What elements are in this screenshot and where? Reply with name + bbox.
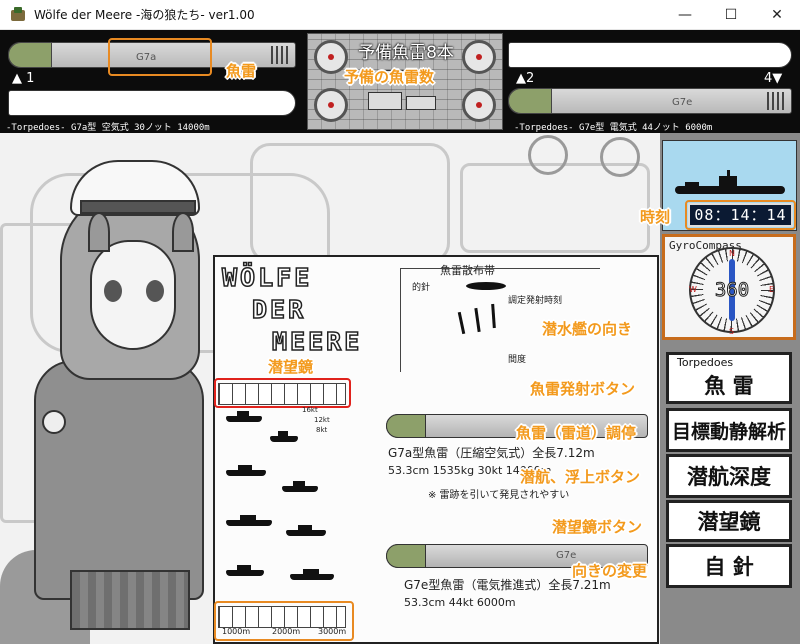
target-analysis-button[interactable]: 目標動静解析 — [666, 408, 792, 452]
spread-offset-label: 調定発射時刻 — [508, 296, 563, 306]
ship-silhouette-icon — [290, 569, 334, 580]
annotation-fire-button: 魚雷発射ボタン — [530, 380, 636, 398]
torpedo-nose-icon — [8, 42, 52, 68]
compass-mark-w: W — [689, 285, 697, 294]
uniform-coat — [34, 360, 204, 600]
torpedo-highlight — [108, 38, 212, 76]
compass-heading: 360 — [714, 279, 750, 302]
compass-mark-s: S — [729, 327, 735, 336]
title-bar: Wölfe der Meere -海の狼たち- ver1.00 — ☐ ✕ — [0, 0, 800, 30]
wolf-ear-icon — [172, 212, 194, 252]
target-ship-icon — [466, 282, 506, 290]
ship-silhouette-icon — [226, 411, 262, 422]
torpedo-nose-icon — [508, 88, 552, 114]
compass-mark-e: E — [769, 285, 775, 294]
torpedo-propeller-icon — [271, 46, 289, 64]
annotation-periscope: 潜望鏡 — [268, 358, 314, 376]
game-logo: WÖLFE DER MEERE — [221, 262, 392, 358]
ship-silhouette-icon — [226, 565, 264, 576]
g7e-spec: 53.3cm 44kt 6000m — [404, 596, 516, 609]
tube-1-number: ▲ 1 — [12, 71, 35, 86]
periscope-highlight — [214, 378, 351, 408]
control-box — [406, 96, 436, 110]
fire-button-caption: Torpedoes — [677, 356, 734, 369]
tube-4-torpedo[interactable] — [508, 88, 792, 114]
window-title: Wölfe der Meere -海の狼たち- ver1.00 — [34, 8, 255, 22]
annotation-change-heading: 向きの変更 — [572, 562, 648, 580]
fire-button-label: 魚 雷 — [704, 374, 754, 398]
torpedo-nose-icon — [386, 544, 426, 568]
annotation-sub-heading: 潜水艦の向き — [542, 320, 633, 338]
wolf-ear-icon — [88, 212, 110, 252]
tube-4-type-label: G7e — [672, 97, 693, 108]
dive-depth-button[interactable]: 潜航深度 — [666, 454, 792, 498]
heading-button[interactable]: 自 針 — [666, 544, 792, 588]
spread-heading-label: 的針 — [412, 283, 431, 293]
skirt — [70, 570, 190, 630]
tube-1-info: -Torpedoes- G7a型 空気式 30ノット 14000m — [6, 123, 210, 133]
anchor-badge-icon — [42, 410, 66, 434]
clock-highlight — [685, 200, 796, 230]
annotation-periscope-button: 潜望鏡ボタン — [552, 518, 643, 536]
annotation-dive-button: 潜航、浮上ボタン — [520, 468, 641, 486]
fire-torpedo-button[interactable]: Torpedoes 魚 雷 — [666, 352, 792, 404]
g7a-description: G7a型魚雷（圧縮空気式）全長7.12m — [388, 446, 595, 460]
g7a-note: ※ 雷跡を引いて発見されやすい — [428, 490, 570, 501]
depth-button-label: 潜航深度 — [687, 465, 771, 489]
reserve-torpedo-count: 予備魚雷8本 — [358, 43, 454, 63]
valve-icon — [462, 88, 496, 122]
valve-icon — [314, 88, 348, 122]
tube-4-number: 4▼ — [764, 71, 783, 86]
torpedo-nose-icon — [386, 414, 426, 438]
annotation-adjust: 魚雷（雷道）調停 — [516, 424, 637, 442]
periscope-button[interactable]: 潜望鏡 — [666, 500, 792, 542]
pressure-gauge-icon — [600, 137, 640, 177]
control-box — [368, 92, 402, 110]
pressure-gauge-icon — [528, 135, 568, 175]
torpedo-propeller-icon — [767, 92, 785, 110]
ship-silhouette-icon — [226, 465, 266, 476]
range-mark-12kt: 12kt — [314, 416, 330, 424]
heading-button-label: 自 針 — [704, 555, 754, 579]
logo-line: WÖLFE — [221, 262, 313, 293]
character-illustration — [0, 150, 230, 644]
logo-line: DER — [251, 294, 307, 325]
ship-silhouette-icon — [286, 525, 326, 536]
annotation-time: 時刻 — [640, 208, 671, 226]
maximize-button[interactable]: ☐ — [708, 0, 754, 30]
ship-silhouette-icon — [270, 431, 298, 442]
compass-mark-n: N — [729, 249, 735, 258]
eye-icon — [146, 280, 164, 302]
scale-2000m: 2000m — [272, 627, 301, 636]
logo-line: MEERE — [271, 326, 363, 357]
background-pipe — [250, 143, 450, 263]
submarine-silhouette-icon — [675, 170, 785, 194]
tube-3-empty[interactable] — [8, 90, 296, 116]
scale-3000m: 3000m — [318, 627, 347, 636]
annotation-reserve: 予備の魚雷数 — [344, 68, 435, 86]
annotation-torpedo: 魚雷 — [226, 62, 257, 80]
tube-2-number: ▲2 — [516, 71, 535, 86]
periscope-button-label: 潜望鏡 — [697, 510, 761, 534]
analysis-button-label: 目標動静解析 — [671, 420, 786, 443]
spread-gap-label: 間度 — [508, 355, 527, 365]
range-mark-8kt: 8kt — [316, 426, 328, 434]
ship-silhouette-icon — [282, 481, 318, 492]
minimize-button[interactable]: — — [662, 0, 708, 30]
app-icon — [10, 6, 26, 23]
gyro-compass[interactable]: GyroCompass 360 N E S W — [662, 234, 796, 340]
eye-icon — [104, 280, 122, 302]
scale-1000m: 1000m — [222, 627, 251, 636]
tube-4-info: -Torpedoes- G7e型 電気式 44ノット 6000m — [514, 123, 713, 133]
ship-silhouette-icon — [226, 515, 272, 526]
range-mark-16kt: 16kt — [302, 406, 318, 414]
tube-2-empty[interactable] — [508, 42, 792, 68]
close-button[interactable]: ✕ — [754, 0, 800, 30]
